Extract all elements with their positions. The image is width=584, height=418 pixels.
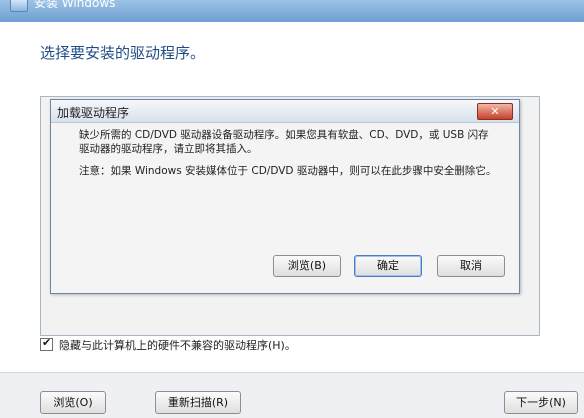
footer-bar: 浏览(O) 重新扫描(R) 下一步(N) <box>0 372 584 418</box>
dialog-ok-button[interactable]: 确定 <box>354 255 422 277</box>
next-button[interactable]: 下一步(N) <box>504 391 578 414</box>
dialog-browse-button[interactable]: 浏览(B) <box>273 255 341 277</box>
hide-incompatible-row[interactable]: ✔ 隐藏与此计算机上的硬件不兼容的驱动程序(H)。 <box>40 336 296 353</box>
checkmark-icon: ✔ <box>42 336 52 349</box>
close-icon[interactable]: ✕ <box>477 103 513 120</box>
page-heading: 选择要安装的驱动程序。 <box>40 44 206 62</box>
hide-incompatible-label: 隐藏与此计算机上的硬件不兼容的驱动程序(H)。 <box>59 339 296 352</box>
load-driver-dialog: 加载驱动程序 ✕ 缺少所需的 CD/DVD 驱动器设备驱动程序。如果您具有软盘、… <box>50 99 520 294</box>
browse-button[interactable]: 浏览(O) <box>40 391 106 414</box>
dialog-message-missing-driver: 缺少所需的 CD/DVD 驱动器设备驱动程序。如果您具有软盘、CD、DVD，或 … <box>79 129 489 155</box>
rescan-button[interactable]: 重新扫描(R) <box>155 391 241 414</box>
dialog-message-note: 注意：如果 Windows 安装媒体位于 CD/DVD 驱动器中，则可以在此步骤… <box>79 165 497 177</box>
hide-incompatible-checkbox[interactable]: ✔ <box>40 336 53 351</box>
window-title: 安装 Windows <box>34 0 116 10</box>
dialog-title: 加载驱动程序 <box>57 106 130 120</box>
windows-setup-icon <box>10 0 28 12</box>
window-titlebar: 安装 Windows <box>0 0 584 23</box>
dialog-cancel-button[interactable]: 取消 <box>437 255 505 277</box>
dialog-titlebar: 加载驱动程序 ✕ <box>51 100 519 123</box>
